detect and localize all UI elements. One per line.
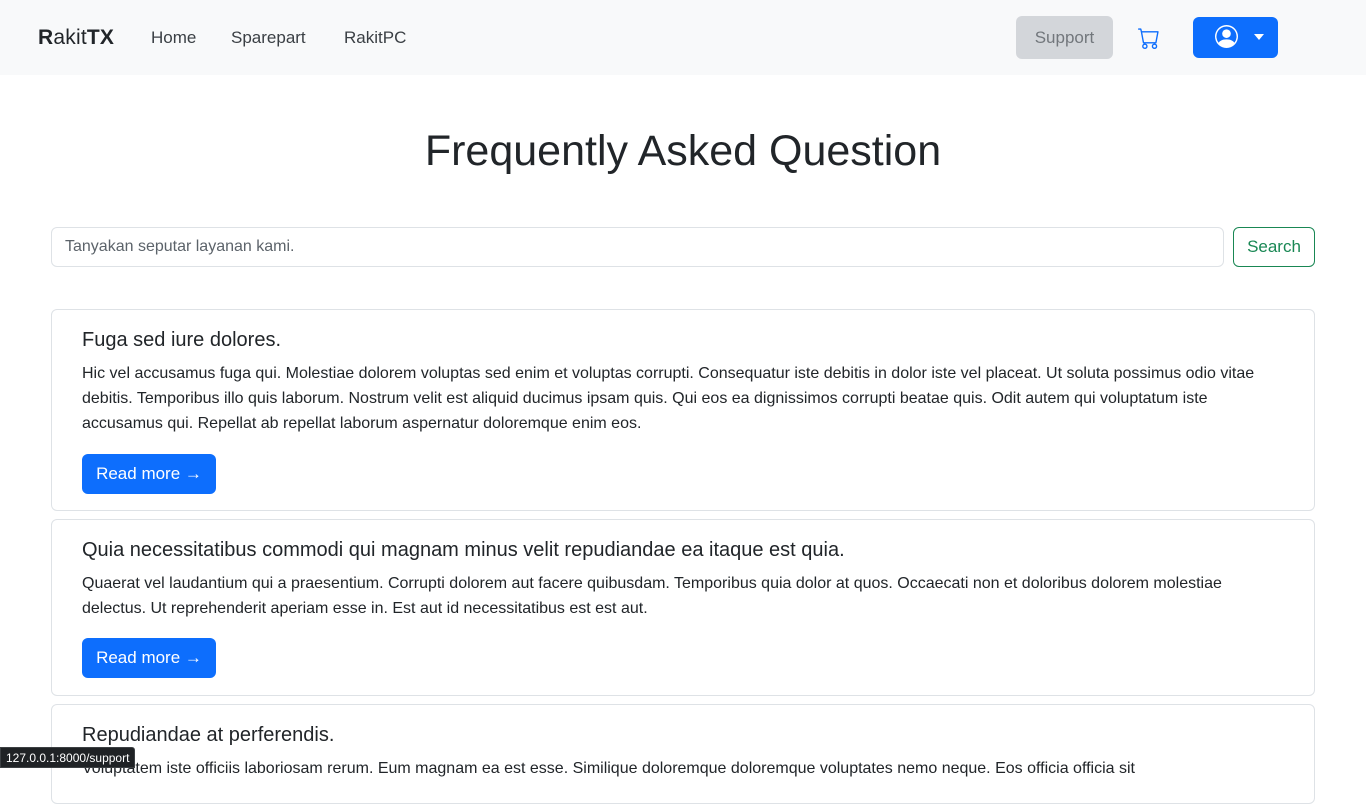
faq-card-text: Hic vel accusamus fuga qui. Molestiae do… (82, 365, 1255, 432)
user-menu-button[interactable] (1193, 17, 1278, 58)
faq-card: Quia necessitatibus commodi qui magnam m… (51, 519, 1315, 696)
faq-card-title: Fuga sed iure dolores. (82, 329, 282, 351)
cart-icon[interactable] (1138, 27, 1160, 49)
user-circle-icon (1215, 25, 1238, 48)
nav-link-home[interactable]: Home (151, 27, 196, 49)
faq-card-title: Quia necessitatibus commodi qui magnam m… (82, 539, 845, 561)
search-input[interactable] (51, 227, 1224, 267)
faq-card: Repudiandae at perferendis. Voluptatem i… (51, 704, 1315, 804)
brand-part-1: R (38, 26, 54, 49)
caret-down-icon (1254, 34, 1264, 40)
faq-card: Fuga sed iure dolores. Hic vel accusamus… (51, 309, 1315, 511)
support-button[interactable]: Support (1016, 16, 1113, 59)
navbar: RakitTX Home Sparepart RakitPC Support (0, 0, 1366, 75)
brand-part-2: akit (53, 26, 87, 49)
brand-logo[interactable]: RakitTX (38, 25, 114, 51)
brand-part-3: TX (86, 26, 115, 49)
nav-link-rakitpc[interactable]: RakitPC (344, 27, 406, 49)
read-more-button[interactable]: Read more → (82, 454, 216, 494)
faq-card-text: Voluptatem iste officiis laboriosam reru… (82, 760, 1135, 777)
read-more-button[interactable]: Read more → (82, 638, 216, 678)
faq-card-text: Quaerat vel laudantium qui a praesentium… (82, 575, 1222, 617)
nav-link-sparepart[interactable]: Sparepart (231, 27, 306, 49)
page-title: Frequently Asked Question (424, 127, 942, 175)
faq-card-title: Repudiandae at perferendis. (82, 724, 335, 746)
search-button[interactable]: Search (1233, 227, 1315, 267)
status-bar-url: 127.0.0.1:8000/support (0, 747, 136, 768)
